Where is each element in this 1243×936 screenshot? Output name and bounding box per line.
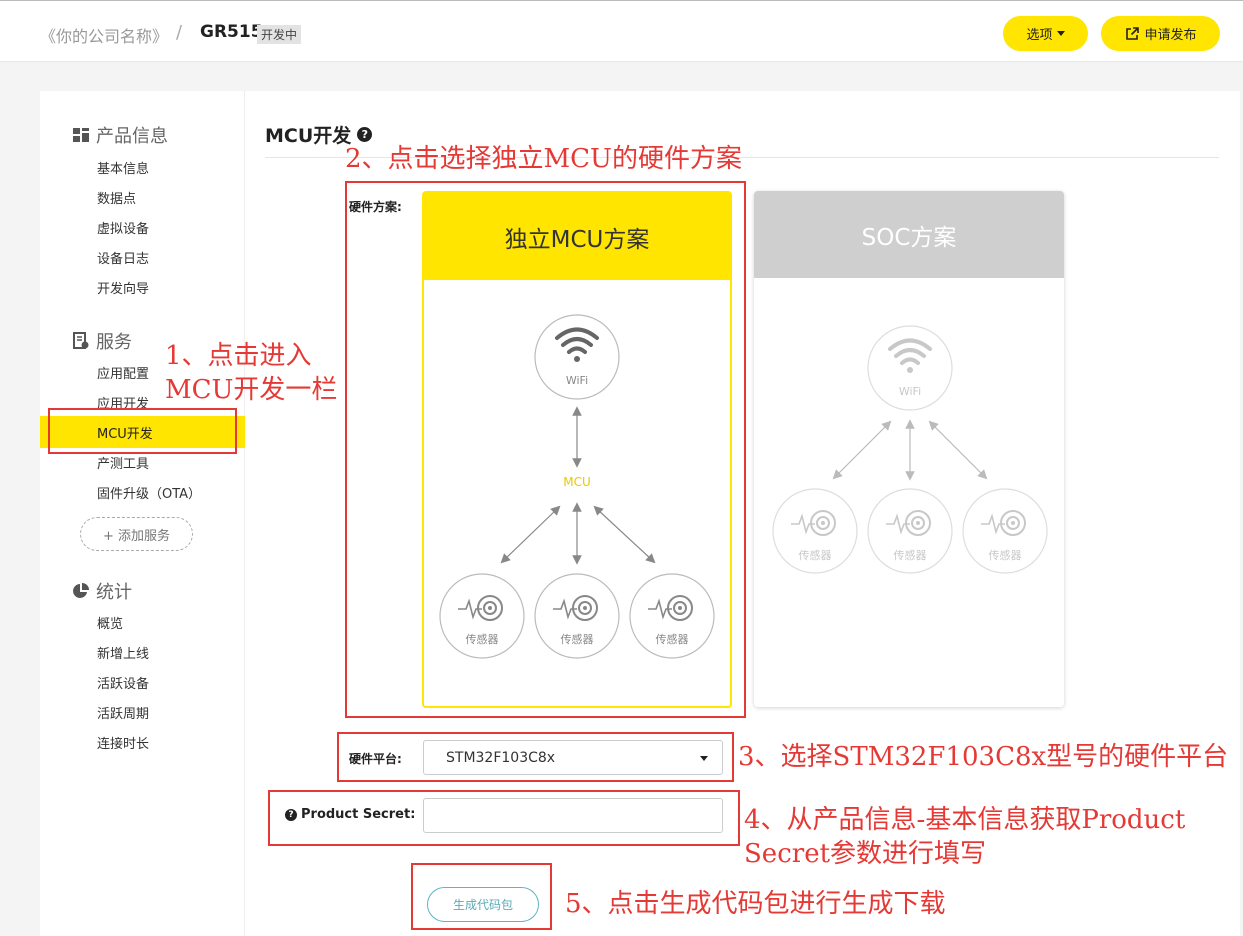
wifi-label: WiFi: [899, 385, 921, 398]
sidebar-section-stats: 统计: [72, 578, 132, 604]
service-icon: [73, 332, 89, 349]
sensor-node: 传感器: [962, 488, 1048, 574]
sidebar-item-test-tool[interactable]: 产测工具: [97, 453, 149, 472]
page-title-text: MCU开发: [265, 125, 352, 147]
sensor-node: 传感器: [772, 488, 858, 574]
scheme-card-soc[interactable]: SOC方案 WiFi 传感器 传感器 传感器: [754, 191, 1064, 707]
top-header: 《你的公司名称》 / GR515 开发中 选项 申请发布: [0, 0, 1243, 62]
sidebar-item-active-devices[interactable]: 活跃设备: [97, 673, 149, 692]
pie-chart-icon: [73, 583, 89, 598]
breadcrumb-separator: /: [176, 22, 183, 43]
chevron-down-icon: [1056, 31, 1065, 36]
sidebar-item-active-cycle[interactable]: 活跃周期: [97, 703, 149, 722]
sensor-label: 传感器: [894, 549, 927, 562]
sensor-label: 传感器: [989, 549, 1022, 562]
annotation-step3: 3、选择STM32F103C8x型号的硬件平台: [738, 742, 1229, 772]
sidebar-item-datapoints[interactable]: 数据点: [97, 188, 136, 207]
annotation-box-step1: [48, 408, 237, 454]
publish-label: 申请发布: [1144, 28, 1197, 43]
breadcrumb-company[interactable]: 《你的公司名称》: [40, 23, 168, 47]
sensor-node: 传感器: [867, 488, 953, 574]
soc-architecture-diagram: WiFi 传感器 传感器 传感器: [772, 325, 1048, 574]
add-service-button[interactable]: + 添加服务: [80, 517, 193, 551]
annotation-step2: 2、点击选择独立MCU的硬件方案: [345, 144, 742, 174]
sidebar-section-product-info: 产品信息: [72, 122, 168, 148]
external-link-icon: [1126, 26, 1140, 40]
breadcrumb-product: GR515: [200, 22, 263, 42]
status-badge: 开发中: [257, 25, 302, 44]
sidebar-section-title: 产品信息: [96, 126, 168, 147]
sidebar-item-device-log[interactable]: 设备日志: [97, 248, 149, 267]
sidebar-section-title: 统计: [96, 582, 132, 603]
sensor-label: 传感器: [799, 549, 832, 562]
publish-button[interactable]: 申请发布: [1101, 16, 1220, 51]
options-button[interactable]: 选项: [1003, 16, 1088, 51]
wifi-node: WiFi: [867, 325, 953, 411]
annotation-box-step3: [337, 732, 734, 782]
sidebar-item-overview[interactable]: 概览: [97, 613, 123, 632]
options-label: 选项: [1026, 28, 1053, 43]
sidebar-section-title: 服务: [96, 332, 132, 353]
sidebar-item-connect-duration[interactable]: 连接时长: [97, 733, 149, 752]
annotation-step1-line1: 1、点击进入: [165, 341, 312, 371]
annotation-step1-line2: MCU开发一栏: [165, 375, 338, 405]
sidebar-item-ota[interactable]: 固件升级（OTA）: [97, 483, 201, 502]
annotation-box-step5: [411, 863, 552, 930]
annotation-box-step2: [345, 181, 746, 718]
sidebar-section-service: 服务: [72, 328, 132, 354]
grid-icon: [73, 128, 89, 142]
sidebar-item-virtual-device[interactable]: 虚拟设备: [97, 218, 149, 237]
sidebar-item-app-config[interactable]: 应用配置: [97, 363, 149, 382]
annotation-step4-line1: 4、从产品信息-基本信息获取Product: [744, 805, 1186, 835]
sidebar-item-basic-info[interactable]: 基本信息: [97, 158, 149, 177]
annotation-box-step4: [268, 790, 740, 846]
annotation-step4-line2: Secret参数进行填写: [744, 839, 987, 869]
help-icon[interactable]: ?: [357, 127, 373, 142]
annotation-step5: 5、点击生成代码包进行生成下载: [565, 889, 946, 919]
sidebar-item-dev-guide[interactable]: 开发向导: [97, 278, 149, 297]
sidebar-item-new-online[interactable]: 新增上线: [97, 643, 149, 662]
